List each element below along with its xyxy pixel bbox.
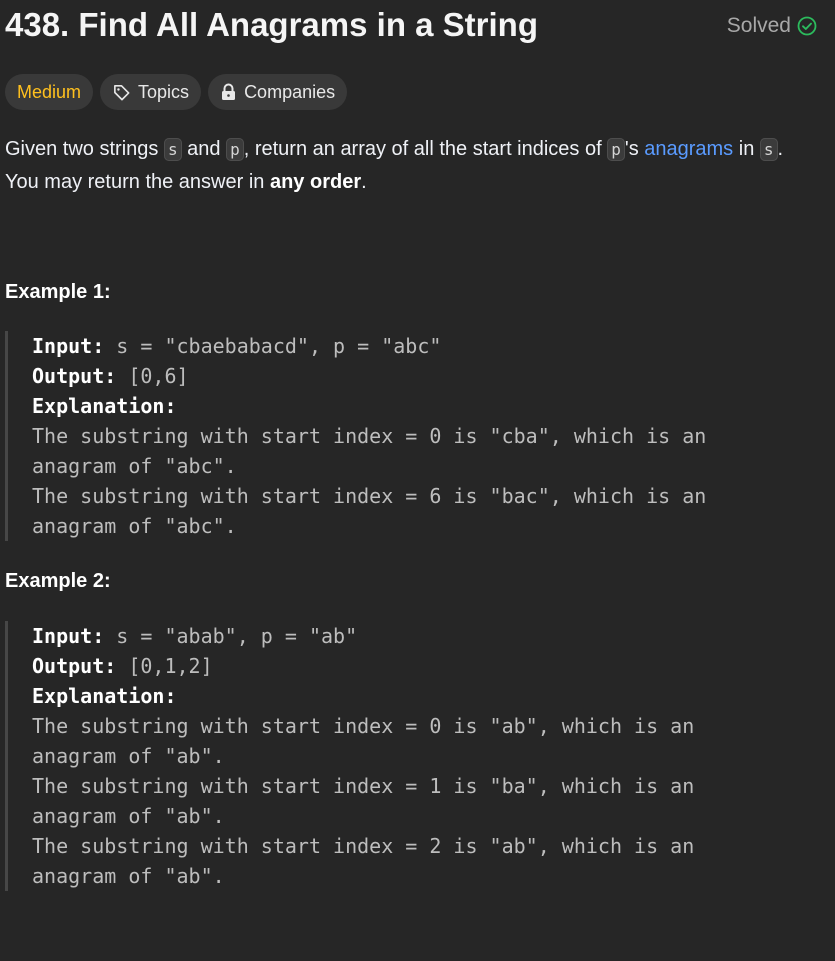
output-label: Output: [32, 654, 117, 678]
companies-label: Companies [244, 81, 336, 102]
tag-icon [112, 83, 131, 102]
description-text: 's [624, 138, 645, 160]
lock-icon [220, 83, 237, 101]
difficulty-label: Medium [17, 81, 82, 102]
explanation-label: Explanation: [32, 394, 177, 418]
companies-button[interactable]: Companies [208, 74, 348, 110]
solved-label: Solved [726, 14, 791, 37]
explanation-line: anagram of "ab". [32, 744, 225, 768]
problem-title[interactable]: 438. Find All Anagrams in a String [5, 6, 538, 44]
description-text: , return an array of all the start indic… [243, 138, 608, 160]
example-output-line: Output: [0,1,2] [32, 651, 694, 681]
explanation-line: The substring with start index = 1 is "b… [32, 774, 695, 798]
description-text: Given two strings [5, 138, 164, 160]
example-input-line: Input: s = "cbaebabacd", p = "abc" [32, 331, 706, 361]
output-label: Output: [32, 364, 117, 388]
explanation-line: The substring with start index = 0 is "a… [32, 714, 695, 738]
example-2-title: Example 2: [5, 570, 111, 592]
anagrams-link[interactable]: anagrams [644, 138, 733, 160]
topics-button[interactable]: Topics [100, 74, 202, 110]
example-output-line: Output: [0,6] [32, 361, 706, 391]
inline-code-p: p [607, 138, 625, 161]
explanation-line: The substring with start index = 0 is "c… [32, 424, 707, 448]
problem-description: Given two strings s and p, return an arr… [5, 133, 805, 199]
example-1-title: Example 1: [5, 281, 111, 303]
check-circle-icon [797, 16, 817, 36]
inline-code-s: s [163, 138, 182, 161]
input-value: s = "cbaebabacd", p = "abc" [104, 334, 442, 358]
problem-header: 438. Find All Anagrams in a String Solve… [5, 6, 817, 50]
description-text: and [181, 138, 227, 160]
example-input-line: Input: s = "abab", p = "ab" [32, 621, 694, 651]
example-2-block: Input: s = "abab", p = "ab" Output: [0,1,… [5, 621, 694, 891]
explanation-label: Explanation: [32, 684, 177, 708]
inline-code-p: p [226, 138, 244, 161]
output-value: [0,1,2] [116, 654, 213, 678]
explanation-line: anagram of "abc". [32, 454, 237, 478]
any-order-emphasis: any order [269, 171, 362, 193]
description-text: in [733, 138, 760, 160]
input-label: Input: [32, 334, 105, 358]
example-1-block: Input: s = "cbaebabacd", p = "abc" Output… [5, 331, 706, 541]
solved-status: Solved [727, 14, 817, 38]
output-value: [0,6] [116, 364, 189, 388]
topics-label: Topics [138, 81, 190, 102]
inline-code-s: s [759, 138, 778, 161]
description-text: . [361, 171, 367, 193]
explanation-line: The substring with start index = 6 is "b… [32, 484, 707, 508]
problem-tags: Medium Topics Companies [5, 74, 348, 110]
explanation-line: anagram of "abc". [32, 514, 237, 538]
input-label: Input: [32, 624, 105, 648]
explanation-line: anagram of "ab". [32, 804, 225, 828]
explanation-line: anagram of "ab". [32, 864, 225, 888]
input-value: s = "abab", p = "ab" [104, 624, 358, 648]
explanation-line: The substring with start index = 2 is "a… [32, 834, 695, 858]
difficulty-badge: Medium [5, 74, 94, 110]
